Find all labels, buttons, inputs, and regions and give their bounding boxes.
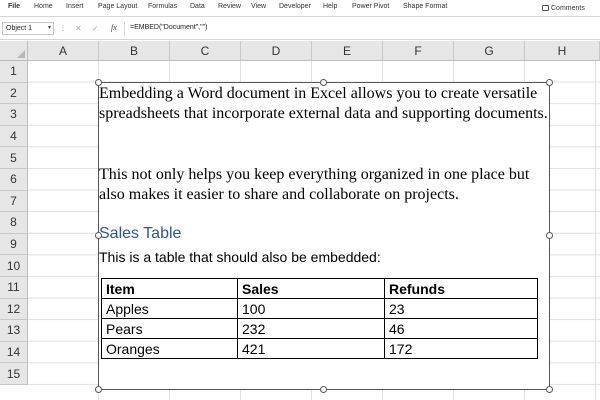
column-header-h[interactable]: H (525, 41, 600, 61)
table-header-item: Item (101, 278, 238, 299)
table-header-row: Item Sales Refunds (101, 278, 538, 299)
row-header-4[interactable]: 4 (0, 125, 28, 148)
sales-table: Item Sales Refunds Apples 100 23 Pears 2… (101, 278, 538, 359)
table-cell: 46 (384, 318, 538, 339)
tab-home[interactable]: Home (34, 3, 53, 10)
table-row: Apples 100 23 (101, 298, 538, 319)
formula-input[interactable]: =EMBED("Document","") (130, 24, 207, 31)
cancel-icon[interactable]: ✕ (75, 24, 82, 33)
document-paragraph-1: Embedding a Word document in Excel allow… (99, 85, 548, 122)
resize-handle-middle-right[interactable] (546, 232, 553, 239)
tab-data[interactable]: Data (190, 3, 205, 10)
document-intro: This is a table that should also be embe… (99, 249, 381, 265)
row-header-5[interactable]: 5 (0, 147, 28, 169)
row-header-1[interactable]: 1 (0, 61, 28, 83)
select-all-triangle-icon (17, 50, 25, 58)
resize-handle-middle-left[interactable] (95, 232, 102, 239)
tab-help[interactable]: Help (323, 3, 337, 10)
tab-insert[interactable]: Insert (66, 3, 84, 10)
column-header-b[interactable]: B (99, 41, 170, 61)
document-paragraph-2: This not only helps you keep everything … (99, 166, 530, 203)
row-header-3[interactable]: 3 (0, 104, 28, 126)
table-row: Oranges 421 172 (101, 338, 538, 359)
formula-bar-divider (124, 22, 125, 36)
resize-handle-bottom-left[interactable] (95, 386, 102, 393)
tab-power-pivot[interactable]: Power Pivot (352, 3, 389, 10)
comments-label: Comments (551, 4, 585, 12)
table-row: Pears 232 46 (101, 318, 538, 339)
tab-formulas[interactable]: Formulas (148, 3, 177, 10)
row-header-9[interactable]: 9 (0, 233, 28, 256)
row-header-10[interactable]: 10 (0, 255, 28, 277)
row-header-8[interactable]: 8 (0, 212, 28, 234)
tab-review[interactable]: Review (218, 3, 241, 10)
document-heading: Sales Table (99, 225, 182, 242)
table-cell: 232 (237, 318, 385, 339)
table-cell: Pears (101, 318, 238, 339)
table-header-refunds: Refunds (384, 278, 538, 299)
row-header-11[interactable]: 11 (0, 277, 28, 299)
tab-file[interactable]: File (8, 3, 20, 10)
resize-handle-top-center[interactable] (320, 79, 327, 86)
row-header-6[interactable]: 6 (0, 169, 28, 191)
chevron-down-icon[interactable]: ▾ (48, 24, 51, 31)
resize-handle-bottom-center[interactable] (320, 386, 327, 393)
embedded-document-object[interactable]: Embedding a Word document in Excel allow… (98, 82, 550, 390)
column-header-c[interactable]: C (170, 41, 241, 61)
table-cell: Oranges (101, 338, 238, 359)
row-header-2[interactable]: 2 (0, 82, 28, 105)
comments-button[interactable]: Comments (538, 2, 589, 14)
name-box[interactable]: Object 1 ▾ (2, 22, 54, 35)
row-header-13[interactable]: 13 (0, 320, 28, 342)
comment-icon (542, 5, 549, 11)
select-all-button[interactable] (0, 41, 28, 61)
tab-shape-format[interactable]: Shape Format (403, 3, 447, 10)
tab-page-layout[interactable]: Page Layout (98, 3, 137, 10)
tab-developer[interactable]: Developer (279, 3, 311, 10)
row-header-12[interactable]: 12 (0, 298, 28, 321)
row-header-7[interactable]: 7 (0, 190, 28, 213)
insert-function-button[interactable]: fx (111, 23, 117, 32)
resize-handle-bottom-right[interactable] (546, 386, 553, 393)
column-header-g[interactable]: G (454, 41, 525, 61)
row-header-14[interactable]: 14 (0, 341, 28, 364)
table-cell: 100 (237, 298, 385, 319)
table-cell: 172 (384, 338, 538, 359)
column-header-e[interactable]: E (312, 41, 383, 61)
enter-icon[interactable]: ✓ (92, 24, 99, 33)
resize-handle-top-left[interactable] (95, 79, 102, 86)
table-cell: 23 (384, 298, 538, 319)
name-box-value: Object 1 (6, 25, 33, 32)
table-header-sales: Sales (237, 278, 385, 299)
table-cell: Apples (101, 298, 238, 319)
table-cell: 421 (237, 338, 385, 359)
row-header-15[interactable]: 15 (0, 363, 28, 385)
document-content: Embedding a Word document in Excel allow… (99, 83, 549, 389)
column-header-f[interactable]: F (383, 41, 454, 61)
column-header-d[interactable]: D (241, 41, 312, 61)
resize-handle-icon[interactable]: ⋮ (60, 25, 67, 32)
column-header-a[interactable]: A (28, 41, 99, 61)
formula-bar: Object 1 ▾ ⋮ ✕ ✓ fx =EMBED("Document",""… (0, 18, 600, 40)
ribbon-tabs: File Home Insert Page Layout Formulas Da… (0, 0, 600, 17)
tab-view[interactable]: View (251, 3, 266, 10)
resize-handle-top-right[interactable] (546, 79, 553, 86)
